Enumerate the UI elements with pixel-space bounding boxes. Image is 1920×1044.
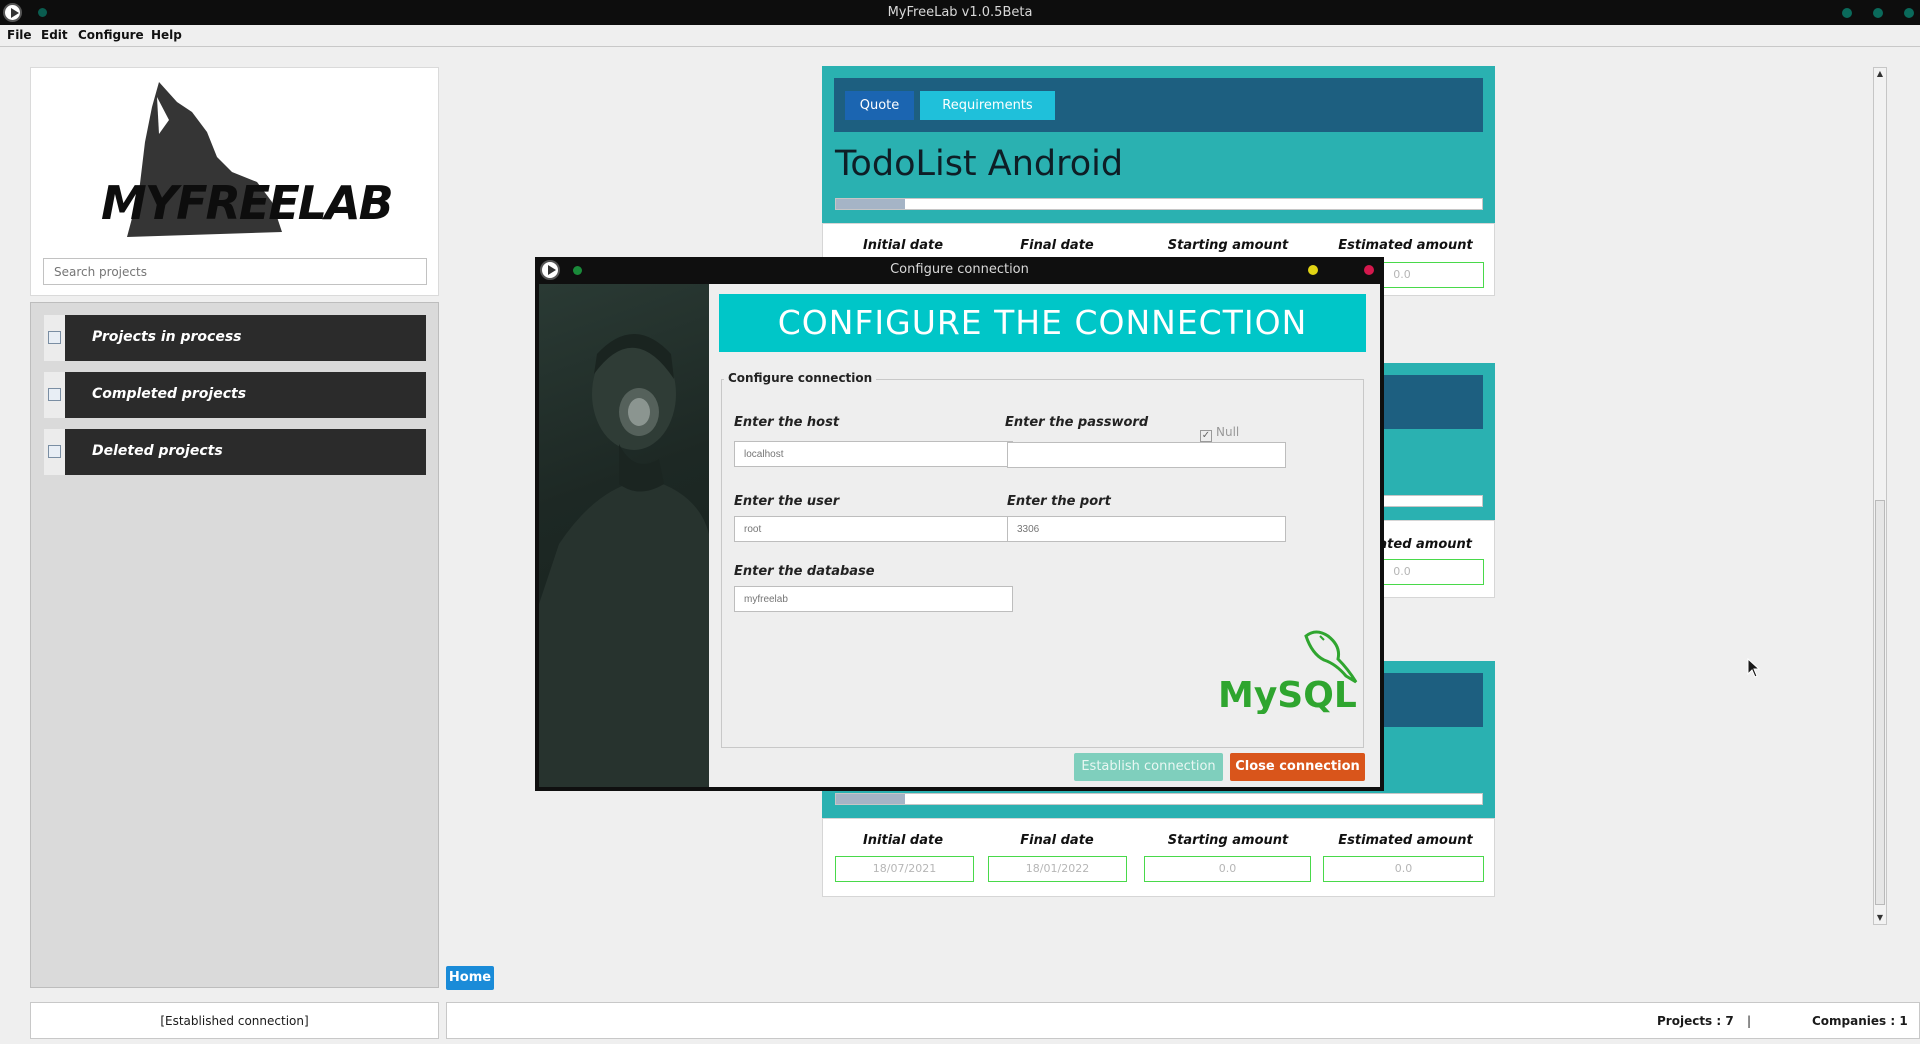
sidebar-item-completed-projects[interactable]: Completed projects: [44, 372, 426, 418]
statusbar: Projects : 7 | Companies : 1: [446, 1002, 1920, 1039]
mysql-logo-text: MySQL: [1218, 675, 1357, 714]
null-checkbox[interactable]: ✓ Null: [1200, 425, 1239, 442]
host-input[interactable]: [734, 441, 1013, 467]
dialog-content: CONFIGURE THE CONNECTION Configure conne…: [709, 284, 1380, 787]
column-header: Starting amount: [1167, 833, 1289, 848]
column-header: Initial date: [862, 238, 944, 253]
dialog-banner: CONFIGURE THE CONNECTION: [719, 294, 1366, 352]
estimated-amount-field[interactable]: 0.0: [1323, 856, 1484, 882]
sidebar-item-label[interactable]: Projects in process: [65, 315, 426, 361]
close-button[interactable]: [1364, 265, 1374, 275]
progress-fill: [836, 199, 905, 209]
column-header: Initial date: [862, 833, 944, 848]
status-separator: |: [1747, 1014, 1752, 1028]
user-label: Enter the user: [734, 494, 840, 509]
checkbox[interactable]: [48, 331, 61, 344]
port-label: Enter the port: [1007, 494, 1111, 509]
menu-help[interactable]: Help: [151, 28, 182, 42]
host-label: Enter the host: [734, 415, 840, 430]
null-label: Null: [1216, 425, 1240, 439]
search-input[interactable]: [43, 258, 427, 285]
user-input[interactable]: [734, 516, 1013, 542]
final-date-field[interactable]: 18/01/2022: [988, 856, 1127, 882]
database-label: Enter the database: [734, 564, 875, 579]
window-titlebar: MyFreeLab v1.0.5Beta: [0, 0, 1920, 25]
establish-connection-button[interactable]: Establish connection: [1074, 753, 1223, 781]
person-with-headphones-image: [539, 334, 709, 787]
check-icon[interactable]: ✓: [1200, 430, 1212, 442]
menubar: File Edit Configure Help: [0, 25, 1920, 47]
menu-file[interactable]: File: [7, 28, 32, 42]
column-header: Final date: [1020, 238, 1094, 253]
checkbox[interactable]: [48, 445, 61, 458]
starting-amount-field[interactable]: 0.0: [1144, 856, 1311, 882]
column-header: Estimated amount: [1338, 238, 1473, 253]
password-input[interactable]: [1007, 442, 1286, 468]
column-header: Estimated amount: [1338, 833, 1473, 848]
sidebar-nav: Projects in process Completed projects D…: [30, 302, 439, 988]
minimize-button[interactable]: [1308, 265, 1318, 275]
close-button[interactable]: [1904, 8, 1914, 18]
fieldset-legend: Configure connection: [724, 371, 877, 385]
vertical-scrollbar[interactable]: ▲ ▼: [1873, 67, 1887, 925]
companies-count: Companies : 1: [1812, 1014, 1908, 1028]
scroll-down-arrow-icon[interactable]: ▼: [1875, 912, 1885, 924]
dialog-title: Configure connection: [890, 262, 1029, 277]
card-header: Quote Requirements: [834, 78, 1483, 132]
sidebar-item-deleted-projects[interactable]: Deleted projects: [44, 429, 426, 475]
window-title: MyFreeLab v1.0.5Beta: [887, 5, 1033, 20]
progress-fill: [836, 794, 905, 804]
mysql-logo-icon: MySQL: [1218, 630, 1358, 714]
menu-edit[interactable]: Edit: [41, 28, 68, 42]
home-button[interactable]: Home: [446, 966, 494, 990]
sidebar-item-projects-in-process[interactable]: Projects in process: [44, 315, 426, 361]
projects-count: Projects : 7: [1657, 1014, 1734, 1028]
connection-status: [Established connection]: [30, 1002, 439, 1039]
project-progress-bar: [835, 793, 1483, 805]
sidebar-item-label[interactable]: Completed projects: [65, 372, 426, 418]
project-progress-bar: [835, 198, 1483, 210]
column-header: Final date: [1020, 833, 1094, 848]
password-label: Enter the password: [1005, 415, 1149, 430]
port-input[interactable]: [1007, 516, 1286, 542]
close-connection-button[interactable]: Close connection: [1230, 753, 1365, 781]
database-input[interactable]: [734, 586, 1013, 612]
logo-card: MYFREELAB: [30, 67, 439, 296]
logo-text: MYFREELAB: [101, 176, 394, 230]
sidebar-item-label[interactable]: Deleted projects: [65, 429, 426, 475]
menu-configure[interactable]: Configure: [78, 28, 144, 42]
mouse-cursor-icon: [1747, 658, 1761, 678]
tab-requirements[interactable]: Requirements: [920, 91, 1055, 120]
initial-date-field[interactable]: 18/07/2021: [835, 856, 974, 882]
maximize-button[interactable]: [1873, 8, 1883, 18]
project-title: TodoList Android: [835, 144, 1124, 184]
card-body: Initial date Final date Starting amount …: [822, 818, 1495, 897]
dialog-photo: [539, 284, 709, 787]
checkbox[interactable]: [48, 388, 61, 401]
configure-connection-dialog: Configure connection CONFIGURE THE CONNE…: [535, 257, 1384, 791]
minimize-button[interactable]: [1842, 8, 1852, 18]
column-header: Starting amount: [1167, 238, 1289, 253]
scrollbar-thumb[interactable]: [1875, 500, 1885, 905]
tab-quote[interactable]: Quote: [845, 91, 914, 120]
scroll-up-arrow-icon[interactable]: ▲: [1875, 68, 1885, 80]
